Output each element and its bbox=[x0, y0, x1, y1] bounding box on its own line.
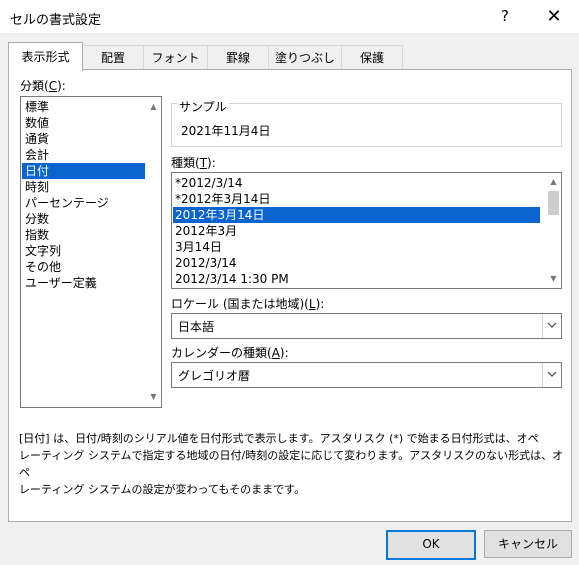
help-button[interactable]: ? bbox=[490, 3, 520, 30]
type-label-accesskey: T bbox=[199, 156, 208, 170]
sample-legend: サンプル bbox=[177, 98, 229, 115]
close-button[interactable]: ✕ bbox=[536, 3, 572, 30]
calendar-label-suffix: ): bbox=[279, 346, 289, 360]
tab-protection[interactable]: 保護 bbox=[341, 45, 403, 70]
calendar-type-dropdown[interactable]: グレゴリオ暦 bbox=[171, 362, 562, 388]
tab-number[interactable]: 表示形式 bbox=[8, 42, 83, 71]
locale-label: ロケール (国または地域)(L): bbox=[171, 295, 324, 312]
category-label-accesskey: C bbox=[48, 79, 58, 93]
calendar-value: グレゴリオ暦 bbox=[178, 369, 251, 383]
category-item-fraction[interactable]: 分数 bbox=[22, 211, 145, 227]
category-item-accounting[interactable]: 会計 bbox=[22, 147, 145, 163]
chevron-down-icon[interactable] bbox=[542, 314, 561, 338]
calendar-label-accesskey: A bbox=[271, 346, 280, 360]
type-label-suffix: ): bbox=[207, 156, 216, 170]
tab-font[interactable]: フォント bbox=[143, 45, 208, 70]
tab-strip: 表示形式 配置 フォント 罫線 塗りつぶし 保護 bbox=[8, 42, 571, 71]
category-item-date[interactable]: 日付 bbox=[22, 163, 145, 179]
locale-label-accesskey: L bbox=[308, 297, 316, 311]
sample-value: 2021年11月4日 bbox=[181, 124, 271, 138]
category-list[interactable]: 標準 数値 通貨 会計 日付 時刻 パーセンテージ 分数 指数 文字列 その他 … bbox=[20, 96, 162, 408]
ok-button[interactable]: OK bbox=[386, 530, 476, 560]
scroll-down-icon[interactable]: ▼ bbox=[148, 391, 159, 403]
category-label-suffix: ): bbox=[57, 79, 66, 93]
description-line: レーティング システムの設定が変わってもそのままです。 bbox=[19, 483, 306, 496]
scroll-down-icon[interactable]: ▼ bbox=[548, 273, 559, 285]
cancel-button[interactable]: キャンセル bbox=[484, 530, 572, 558]
type-item[interactable]: *2012/3/14 bbox=[173, 175, 540, 191]
format-cells-dialog: セルの書式設定 ? ✕ 表示形式 配置 フォント 罫線 塗りつぶし 保護 分類(… bbox=[0, 0, 579, 565]
type-list[interactable]: *2012/3/14 *2012年3月14日 2012年3月14日 2012年3… bbox=[171, 172, 562, 289]
locale-value: 日本語 bbox=[178, 320, 215, 334]
category-label-prefix: 分類( bbox=[20, 79, 49, 93]
chevron-down-icon[interactable] bbox=[542, 363, 561, 387]
type-item-selected[interactable]: 2012年3月14日 bbox=[173, 207, 540, 223]
scroll-up-icon[interactable]: ▲ bbox=[548, 176, 559, 188]
type-scrollbar[interactable]: ▲ ▼ bbox=[546, 173, 561, 288]
calendar-label: カレンダーの種類(A): bbox=[171, 344, 289, 361]
format-description: [日付] は、日付/時刻のシリアル値を日付形式で表示します。アスタリスク (*)… bbox=[19, 430, 564, 498]
type-label: 種類(T): bbox=[171, 154, 216, 171]
tab-alignment[interactable]: 配置 bbox=[82, 45, 144, 70]
scroll-thumb[interactable] bbox=[548, 191, 559, 215]
category-item-number[interactable]: 数値 bbox=[22, 115, 145, 131]
scroll-up-icon[interactable]: ▲ bbox=[148, 101, 159, 113]
type-item[interactable]: 2012/3/14 1:30 PM bbox=[173, 271, 540, 287]
type-item[interactable]: *2012年3月14日 bbox=[173, 191, 540, 207]
locale-dropdown[interactable]: 日本語 bbox=[171, 313, 562, 339]
locale-label-prefix: ロケール (国または地域)( bbox=[171, 297, 309, 311]
category-item-time[interactable]: 時刻 bbox=[22, 179, 145, 195]
category-item-scientific[interactable]: 指数 bbox=[22, 227, 145, 243]
type-item[interactable]: 2012/3/14 bbox=[173, 255, 540, 271]
category-scrollbar[interactable]: ▲ ▼ bbox=[146, 97, 161, 407]
type-item[interactable]: 3月14日 bbox=[173, 239, 540, 255]
type-item[interactable]: 2012年3月 bbox=[173, 223, 540, 239]
tab-border[interactable]: 罫線 bbox=[207, 45, 269, 70]
tab-fill[interactable]: 塗りつぶし bbox=[268, 45, 342, 70]
dialog-title: セルの書式設定 bbox=[10, 13, 102, 28]
description-line: レーティング システムで指定する地域の日付/時刻の設定に応じて変わります。アスタ… bbox=[19, 449, 564, 479]
category-item-special[interactable]: その他 bbox=[22, 259, 145, 275]
title-bar: セルの書式設定 ? ✕ bbox=[0, 0, 579, 33]
locale-label-suffix: ): bbox=[315, 297, 325, 311]
description-line: [日付] は、日付/時刻のシリアル値を日付形式で表示します。アスタリスク (*)… bbox=[19, 432, 539, 445]
category-item-text[interactable]: 文字列 bbox=[22, 243, 145, 259]
type-label-prefix: 種類( bbox=[171, 156, 200, 170]
category-item-percentage[interactable]: パーセンテージ bbox=[22, 195, 145, 211]
category-item-custom[interactable]: ユーザー定義 bbox=[22, 275, 145, 291]
category-item-currency[interactable]: 通貨 bbox=[22, 131, 145, 147]
category-item-standard[interactable]: 標準 bbox=[22, 99, 145, 115]
number-tab-panel: 分類(C): 標準 数値 通貨 会計 日付 時刻 パーセンテージ 分数 指数 文… bbox=[8, 69, 572, 522]
calendar-label-prefix: カレンダーの種類( bbox=[171, 346, 272, 360]
category-label: 分類(C): bbox=[20, 77, 66, 94]
